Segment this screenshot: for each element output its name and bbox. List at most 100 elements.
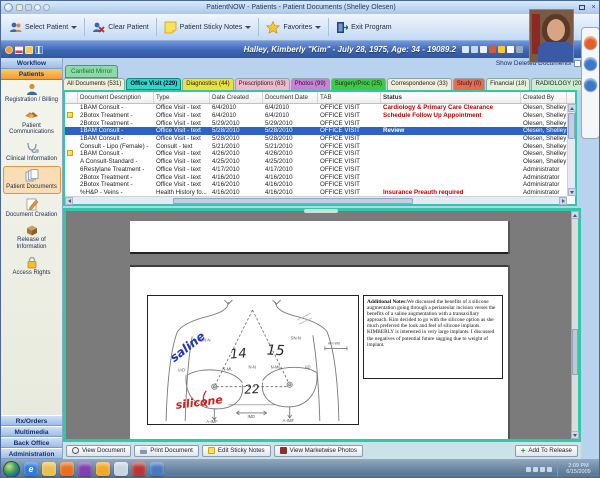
table-row[interactable]: 2Botox Treatment - Office Visit - text 4… bbox=[65, 181, 567, 189]
pause-icon[interactable] bbox=[35, 46, 43, 54]
document-tab[interactable]: All Documents (531) bbox=[63, 78, 125, 90]
scroll-down-button[interactable] bbox=[568, 188, 576, 196]
folder-icon[interactable] bbox=[25, 46, 33, 54]
scroll-right-button[interactable] bbox=[559, 197, 567, 205]
document-tab[interactable]: Prescriptions (63) bbox=[235, 78, 290, 90]
table-row[interactable]: 1BAM Consult - Office Visit - text 4/26/… bbox=[65, 150, 567, 158]
pencil-icon[interactable] bbox=[480, 46, 487, 53]
scroll-thumb[interactable] bbox=[568, 113, 575, 139]
properties-icon[interactable] bbox=[471, 46, 478, 53]
close-button[interactable]: × bbox=[589, 4, 598, 12]
add-to-release-button[interactable]: + Add To Release bbox=[515, 445, 578, 457]
scroll-up-button[interactable] bbox=[571, 211, 579, 219]
snapshot-button[interactable] bbox=[584, 78, 597, 91]
document-tab[interactable]: Office Visit (229) bbox=[126, 78, 181, 90]
sidebar-section-rx-orders[interactable]: Rx/Orders bbox=[1, 415, 62, 426]
sidebar-section-multimedia[interactable]: Multimedia bbox=[1, 426, 62, 437]
maximize-button[interactable] bbox=[577, 4, 586, 12]
document-tabs: All Documents (531)Office Visit (229)Dia… bbox=[63, 78, 581, 90]
exit-program-button[interactable]: Exit Program bbox=[331, 17, 396, 37]
camera-button[interactable] bbox=[584, 57, 597, 70]
patient-sticky-notes-button[interactable]: Patient Sticky Notes bbox=[159, 17, 257, 37]
taskbar-clock[interactable]: 2:09 PM 6/15/2009 bbox=[557, 461, 599, 478]
taskbar-app-icon[interactable] bbox=[96, 462, 110, 476]
taskbar-app-icon[interactable] bbox=[114, 462, 128, 476]
sidebar-section-administration[interactable]: Administration bbox=[1, 448, 62, 459]
scroll-thumb[interactable] bbox=[572, 329, 578, 375]
record-button[interactable] bbox=[584, 36, 597, 49]
record-icon[interactable] bbox=[489, 46, 496, 53]
table-row[interactable]: Consult - Lipo (Female) - Consult - text… bbox=[65, 142, 567, 150]
splitter-handle[interactable] bbox=[304, 209, 338, 213]
preview-scrollbar[interactable] bbox=[571, 211, 578, 439]
tab-canfield-mirror[interactable]: Canfield Mirror bbox=[65, 65, 118, 78]
col-date-created[interactable]: Date Created bbox=[210, 92, 263, 103]
taskbar-app-icon[interactable]: e bbox=[24, 462, 38, 476]
scroll-up-button[interactable] bbox=[568, 104, 576, 112]
sidebar-item-release-of-information[interactable]: Release of Information bbox=[3, 222, 61, 252]
patient-photo bbox=[529, 9, 574, 63]
sidebar-item-registration-billing[interactable]: Registration / Billing bbox=[3, 81, 61, 106]
table-row[interactable]: 2Botox Treatment - Office Visit - text 5… bbox=[65, 119, 567, 127]
alert-icon[interactable] bbox=[498, 46, 505, 53]
table-row[interactable]: 1BAM Consult - Office Visit - text 5/28/… bbox=[65, 135, 567, 143]
show-deleted-checkbox[interactable] bbox=[574, 60, 581, 67]
edit-sticky-notes-button[interactable]: Edit Sticky Notes bbox=[202, 445, 271, 457]
printer-icon bbox=[140, 447, 147, 454]
table-row[interactable]: A Consult-Standard - Office Visit - text… bbox=[65, 158, 567, 166]
tray-icon[interactable] bbox=[533, 467, 538, 472]
view-document-button[interactable]: View Document bbox=[66, 445, 131, 457]
taskbar-app-icon[interactable] bbox=[150, 462, 164, 476]
col-type[interactable]: Type bbox=[154, 92, 210, 103]
start-button[interactable] bbox=[3, 461, 20, 478]
sidebar-section-back-office[interactable]: Back Office bbox=[1, 437, 62, 448]
document-tab[interactable]: Photos (99) bbox=[291, 78, 330, 90]
gear-icon[interactable] bbox=[5, 46, 13, 54]
col-document-description[interactable]: Document Description bbox=[78, 92, 154, 103]
sidebar-item-clinical-information[interactable]: Clinical Information bbox=[3, 140, 61, 165]
col-document-date[interactable]: Document Date bbox=[263, 92, 318, 103]
col-tab[interactable]: TAB bbox=[318, 92, 381, 103]
sidebar-section-patients[interactable]: Patients bbox=[1, 69, 62, 80]
sidebar-item-document-creation[interactable]: Document Creation bbox=[3, 196, 61, 221]
sidebar-item-patient-communications[interactable]: Patient Communications bbox=[3, 108, 61, 138]
document-tab[interactable]: RADIOLOGY (20) bbox=[531, 78, 581, 90]
taskbar-app-icon[interactable] bbox=[132, 462, 146, 476]
document-tab[interactable]: Diagnostics (44) bbox=[182, 78, 233, 90]
taskbar-app-icon[interactable] bbox=[78, 462, 92, 476]
table-horizontal-scrollbar[interactable] bbox=[65, 196, 567, 204]
table-row[interactable]: 1BAM Consult - Office Visit - text 6/4/2… bbox=[65, 104, 567, 112]
clear-patient-button[interactable]: Clear Patient bbox=[87, 17, 153, 37]
taskbar-app-icon[interactable] bbox=[42, 462, 56, 476]
col-status[interactable]: Status bbox=[381, 92, 521, 103]
network-icon[interactable] bbox=[540, 467, 545, 472]
table-row[interactable]: %H&P - Veins - Health History fo... 4/16… bbox=[65, 189, 567, 196]
sidebar-section-workflow[interactable]: Workflow bbox=[1, 58, 62, 69]
pointer-icon[interactable] bbox=[507, 46, 514, 53]
taskbar-app-icon[interactable] bbox=[60, 462, 74, 476]
scroll-left-button[interactable] bbox=[65, 197, 73, 205]
calendar-icon[interactable] bbox=[15, 46, 23, 54]
camera-icon[interactable] bbox=[516, 46, 523, 53]
table-row[interactable]: 2Botox Treatment - Office Visit - text 4… bbox=[65, 173, 567, 181]
view-marketwise-photos-button[interactable]: View Marketwise Photos bbox=[274, 445, 363, 457]
document-tab[interactable]: Surgery/Proc (25) bbox=[331, 78, 386, 90]
scroll-thumb[interactable] bbox=[173, 198, 413, 204]
table-row[interactable]: 2Botox Treatment - Office Visit - text 6… bbox=[65, 112, 567, 120]
select-patient-button[interactable]: Select Patient bbox=[4, 17, 82, 37]
table-row[interactable]: 1BAM Consult - Office Visit - text 5/28/… bbox=[65, 127, 567, 135]
print-document-button[interactable]: Print Document bbox=[134, 445, 199, 457]
col-created-by[interactable]: Created By bbox=[521, 92, 567, 103]
volume-icon[interactable] bbox=[547, 467, 552, 472]
document-tab[interactable]: Financial (18) bbox=[486, 78, 530, 90]
scroll-down-button[interactable] bbox=[571, 431, 579, 439]
tray-icon[interactable] bbox=[526, 467, 531, 472]
sidebar-item-access-rights[interactable]: Access Rights bbox=[3, 254, 61, 279]
document-tab[interactable]: Correspondence (33) bbox=[387, 78, 452, 90]
table-vertical-scrollbar[interactable] bbox=[567, 104, 575, 196]
new-document-icon[interactable] bbox=[462, 46, 469, 53]
table-row[interactable]: 6Restylane Treatment - Office Visit - te… bbox=[65, 166, 567, 174]
document-tab[interactable]: Study (0) bbox=[453, 78, 485, 90]
sidebar-item-patient-documents[interactable]: Patient Documents bbox=[3, 166, 61, 194]
favorites-button[interactable]: Favorites bbox=[261, 17, 326, 37]
